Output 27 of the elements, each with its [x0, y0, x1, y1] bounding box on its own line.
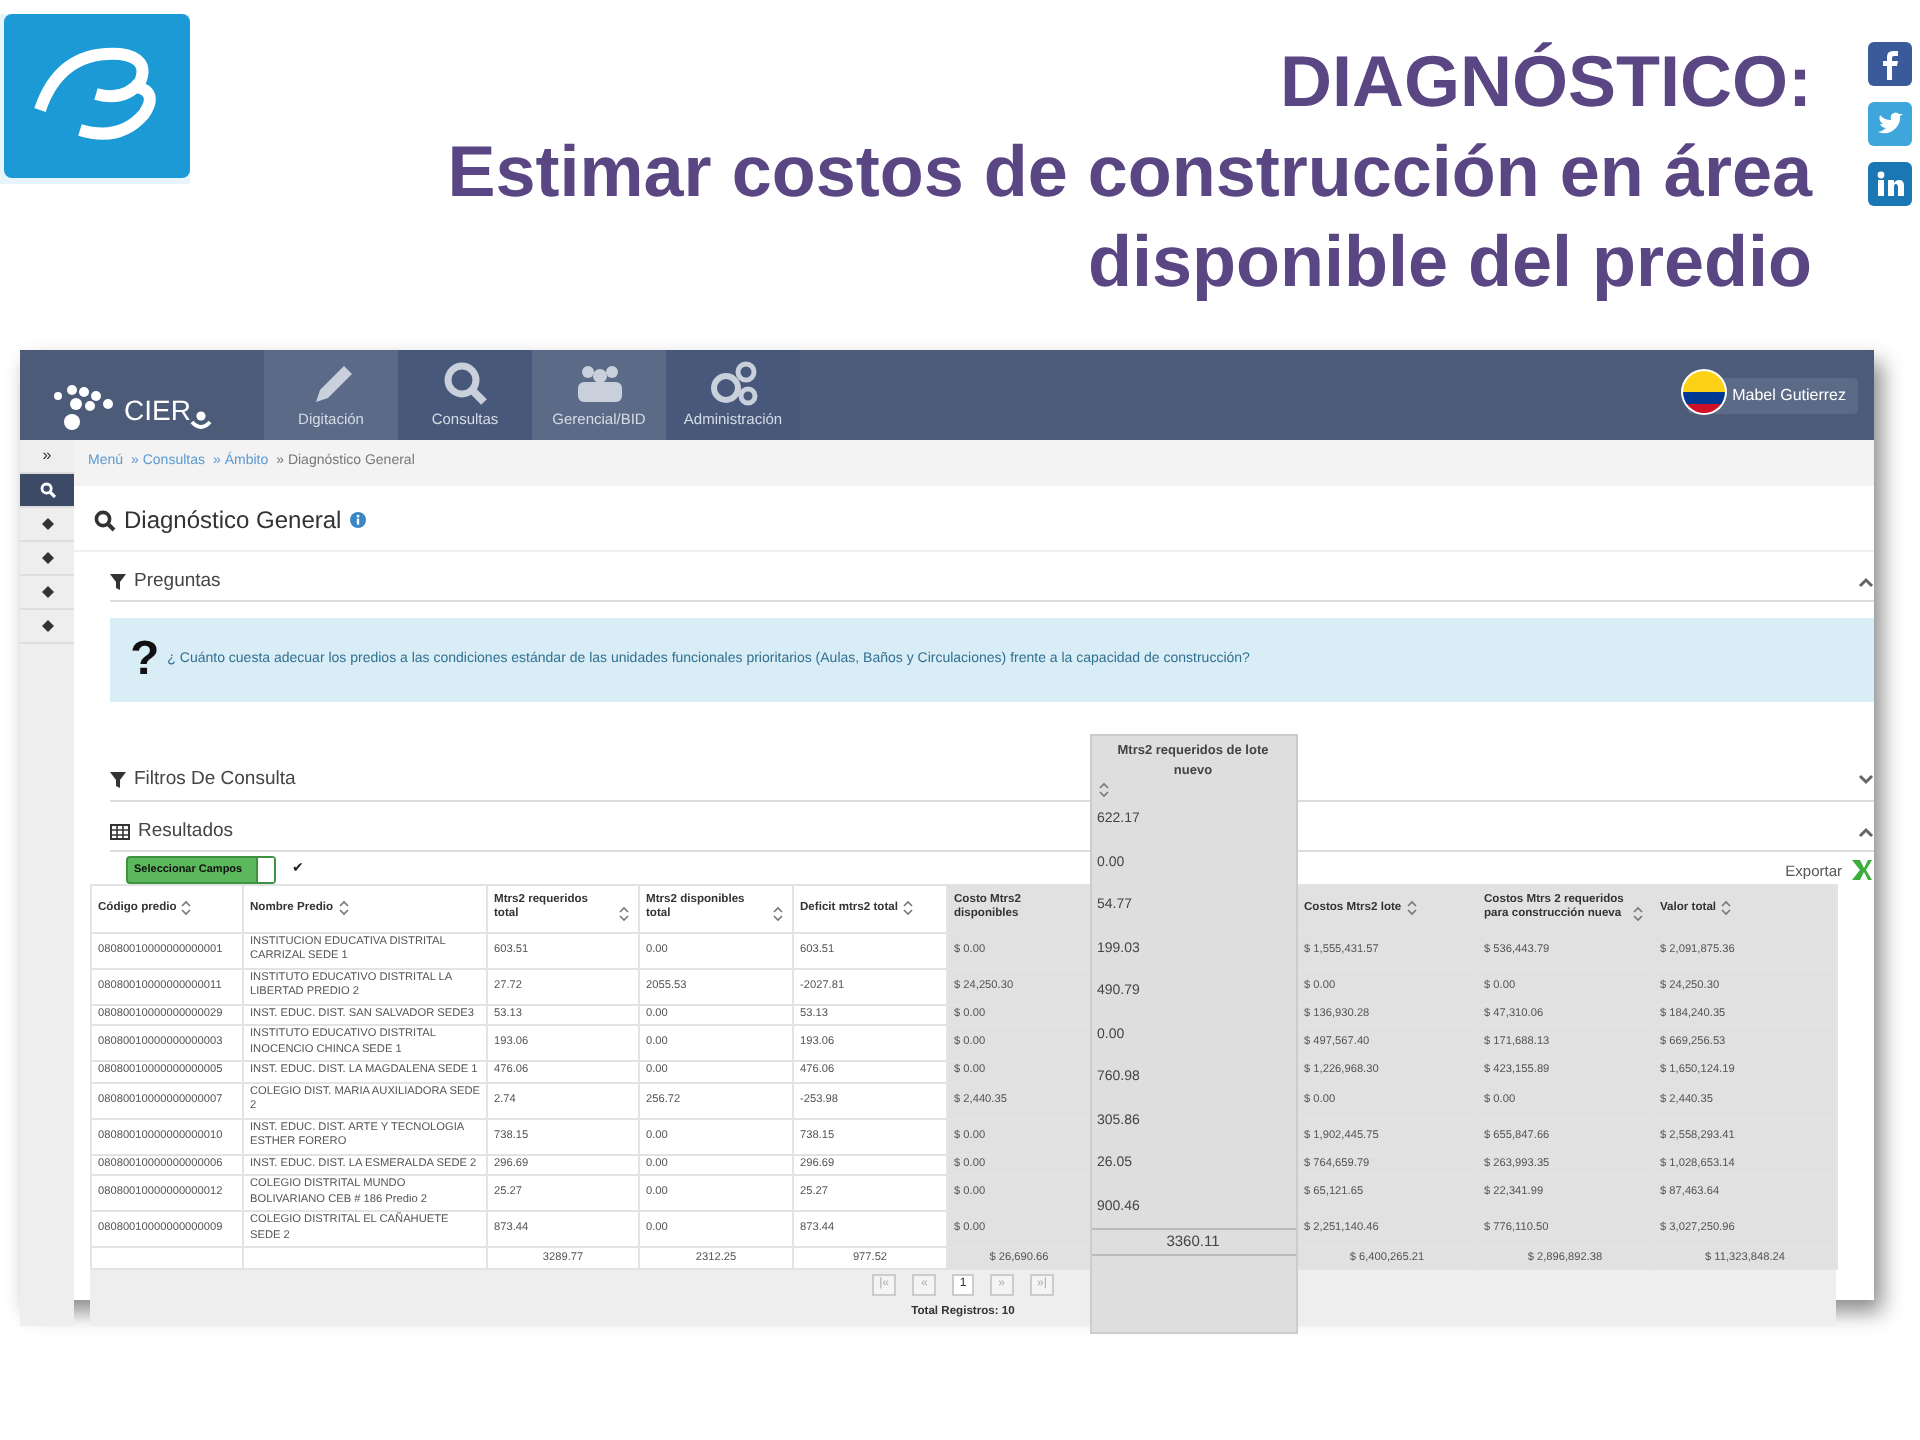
bullet-icon — [41, 552, 53, 564]
search-icon — [39, 482, 55, 498]
filter-icon — [110, 772, 126, 789]
linkedin-icon — [1868, 162, 1912, 206]
spreadsheet-icon — [1850, 858, 1874, 883]
table-icon — [110, 823, 130, 840]
sidebar-item[interactable] — [20, 474, 74, 508]
bullet-icon — [41, 586, 53, 598]
brand-name: CIER — [124, 392, 191, 430]
gears-icon — [705, 358, 761, 409]
search-icon — [94, 509, 116, 531]
flag-icon — [1680, 367, 1729, 415]
section-title[interactable]: Resultados — [138, 817, 234, 846]
sort-icon — [1097, 782, 1109, 798]
twitter-icon — [1868, 102, 1912, 146]
page-title: Diagnóstico General — [124, 504, 342, 538]
facebook-icon — [1868, 42, 1912, 86]
smile-icon — [190, 410, 213, 432]
expand-toggle[interactable]: » — [42, 444, 52, 468]
question-icon: ? — [130, 624, 160, 697]
filter-icon — [110, 574, 126, 591]
slide-title: DIAGNÓSTICO: Estimar costos de construcción en área disponible del predio — [445, 38, 1815, 306]
section-title[interactable]: Filtros De Consulta — [134, 766, 296, 795]
info-icon — [349, 512, 366, 528]
bullet-icon — [41, 620, 53, 632]
section-title[interactable]: Preguntas — [134, 568, 221, 597]
bullet-icon — [41, 518, 53, 530]
